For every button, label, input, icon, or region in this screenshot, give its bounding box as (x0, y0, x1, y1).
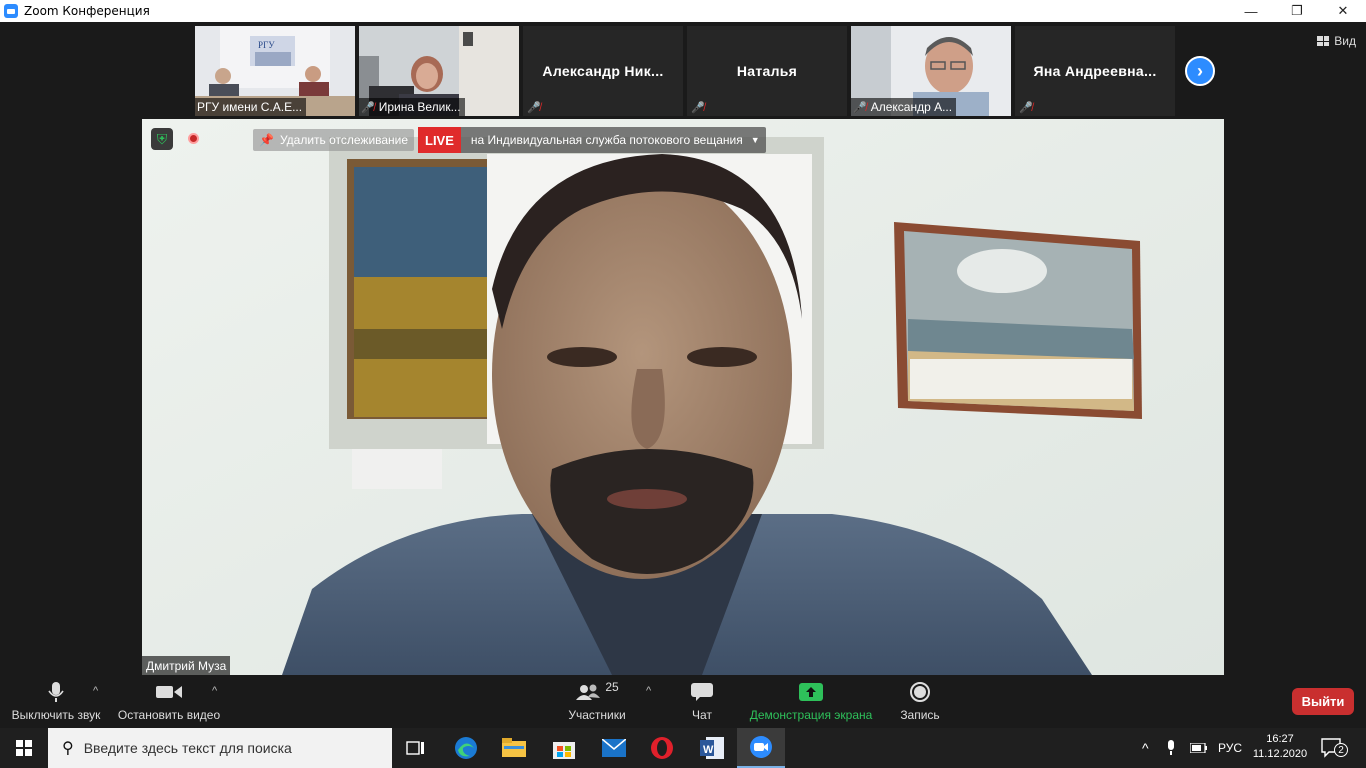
participant-name: Александр Ник... (542, 63, 664, 79)
participant-gallery: РГУ РГУ имени С.А.Е... 🎤̸ Ирина Велик...… (195, 26, 1179, 116)
recording-indicator-icon (188, 133, 199, 144)
mail-icon[interactable] (590, 728, 638, 768)
window-titlebar: Zoom Конференция — ❐ ✕ (0, 0, 1366, 22)
zoom-app-icon (4, 4, 18, 18)
word-icon[interactable]: W (688, 728, 736, 768)
active-speaker-name: Дмитрий Муза (142, 656, 231, 675)
active-speaker-video: ⛨ 📌 Удалить отслеживание LIVE на Индивид… (142, 119, 1224, 675)
participant-tile[interactable]: 🎤̸ Александр А... (851, 26, 1011, 116)
windows-logo-icon (16, 740, 32, 756)
participant-tile[interactable]: Яна Андреевна... 🎤̸ (1015, 26, 1175, 116)
participants-options-caret-icon[interactable]: ^ (646, 685, 651, 697)
microphone-tray-icon[interactable] (1166, 728, 1176, 768)
speaker-video-frame (142, 119, 1224, 675)
microphone-icon (48, 677, 64, 707)
gallery-next-button[interactable]: › (1185, 56, 1215, 86)
svg-text:W: W (703, 744, 714, 756)
participant-name: Яна Андреевна... (1033, 63, 1157, 79)
participants-icon (576, 684, 601, 700)
zoom-taskbar-icon[interactable] (737, 728, 785, 768)
windows-taskbar: ⚲ Введите здесь текст для поиска W ^ РУС… (0, 728, 1366, 768)
battery-icon[interactable] (1190, 728, 1208, 768)
view-button[interactable]: Вид (1317, 34, 1356, 48)
search-icon: ⚲ (62, 740, 74, 757)
live-badge: LIVE (418, 127, 461, 153)
livestream-service-label: на Индивидуальная служба потокового веща… (470, 133, 743, 147)
chat-button[interactable]: Чат (682, 677, 722, 728)
muted-mic-icon: 🎤̸ (361, 101, 375, 114)
edge-browser-icon[interactable] (442, 728, 490, 768)
leave-meeting-button[interactable]: Выйти (1292, 688, 1354, 715)
record-button[interactable]: Запись (896, 677, 944, 728)
notification-center-icon[interactable]: 2 (1320, 737, 1350, 759)
pin-icon: 📌 (259, 133, 274, 147)
opera-browser-icon[interactable] (638, 728, 686, 768)
participant-name-tag: 🎤̸ Ирина Велик... (359, 98, 465, 116)
taskbar-search-box[interactable]: ⚲ Введите здесь текст для поиска (48, 728, 392, 768)
mute-button[interactable]: Выключить звук (10, 677, 102, 728)
maximize-button[interactable]: ❐ (1274, 0, 1320, 22)
participant-name: Наталья (736, 63, 798, 79)
share-screen-button[interactable]: Демонстрация экрана (748, 677, 874, 728)
show-hidden-icons[interactable]: ^ (1142, 728, 1149, 768)
muted-mic-icon: 🎤̸ (853, 101, 867, 114)
participant-name-tag: 🎤̸ Александр А... (851, 98, 957, 116)
file-explorer-icon[interactable] (490, 728, 538, 768)
share-screen-icon (799, 677, 823, 707)
meeting-toolbar: Выключить звук ^ Остановить видео ^ 25 У… (0, 677, 1366, 728)
dropdown-caret-icon: ▼ (750, 135, 760, 145)
video-options-caret-icon[interactable]: ^ (212, 685, 217, 697)
start-button[interactable] (0, 728, 48, 768)
participants-button[interactable]: 25 Участники (566, 677, 628, 728)
audio-options-caret-icon[interactable]: ^ (93, 685, 98, 697)
participants-count: 25 (605, 680, 619, 694)
video-camera-icon (156, 677, 182, 707)
livestream-indicator[interactable]: LIVE на Индивидуальная служба потокового… (418, 127, 766, 153)
muted-mic-icon: 🎤̸ (527, 102, 541, 114)
participant-tile[interactable]: Александр Ник... 🎤̸ (523, 26, 683, 116)
grid-view-icon (1317, 36, 1330, 46)
taskbar-clock[interactable]: 16:27 11.12.2020 (1252, 732, 1308, 762)
input-language-indicator[interactable]: РУС (1218, 728, 1242, 768)
chat-bubble-icon (691, 677, 713, 707)
meeting-stage: РГУ РГУ имени С.А.Е... 🎤̸ Ирина Велик...… (0, 22, 1366, 677)
svg-text:РГУ: РГУ (258, 40, 275, 50)
window-title: Zoom Конференция (24, 4, 150, 18)
notification-count-badge: 2 (1334, 743, 1348, 757)
remove-tracking-button[interactable]: 📌 Удалить отслеживание (253, 129, 415, 151)
search-placeholder: Введите здесь текст для поиска (83, 740, 292, 756)
close-button[interactable]: ✕ (1320, 0, 1366, 22)
task-view-icon[interactable] (392, 728, 440, 768)
security-shield-icon[interactable]: ⛨ (151, 128, 173, 150)
participant-name-tag: РГУ имени С.А.Е... (195, 98, 307, 116)
minimize-button[interactable]: — (1228, 0, 1274, 22)
chevron-right-icon: › (1197, 60, 1203, 81)
stop-video-button[interactable]: Остановить видео (117, 677, 221, 728)
participant-tile[interactable]: Наталья 🎤̸ (687, 26, 847, 116)
muted-mic-icon: 🎤̸ (691, 102, 705, 114)
participant-tile[interactable]: РГУ РГУ имени С.А.Е... (195, 26, 355, 116)
muted-mic-icon: 🎤̸ (1019, 102, 1033, 114)
participant-tile[interactable]: 🎤̸ Ирина Велик... (359, 26, 519, 116)
record-icon (910, 677, 930, 707)
microsoft-store-icon[interactable] (540, 728, 588, 768)
